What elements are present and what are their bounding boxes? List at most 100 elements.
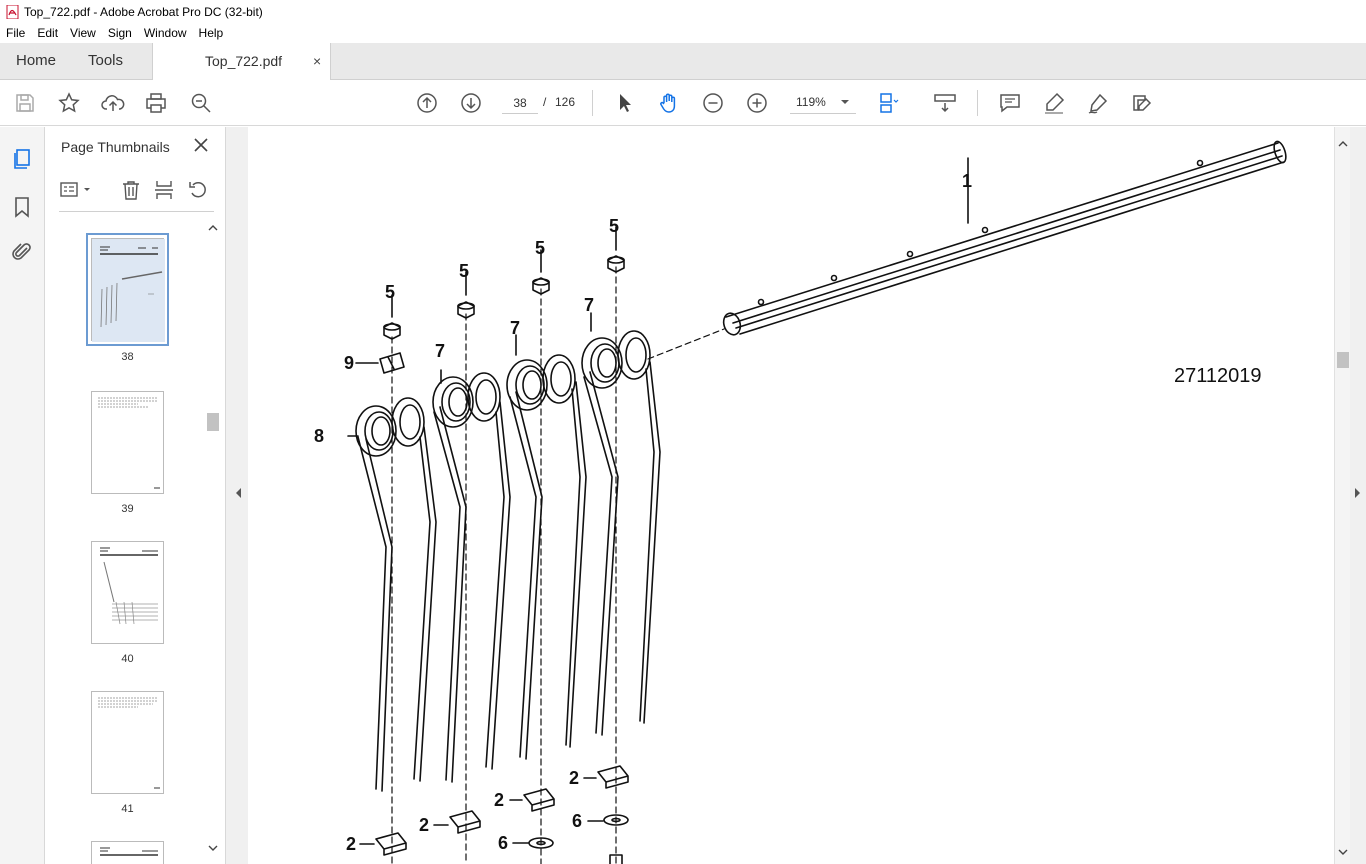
page-number-input[interactable]: [502, 92, 538, 114]
zoom-value: 119%: [796, 95, 826, 109]
thumbnail-page[interactable]: [86, 233, 169, 346]
toolbar: / 126 119%: [0, 80, 1366, 126]
expand-panel-icon[interactable]: [1354, 487, 1362, 499]
thumbnail-page[interactable]: [91, 541, 164, 644]
menu-bar: File Edit View Sign Window Help: [0, 23, 1366, 43]
document-scrollbar[interactable]: [1334, 127, 1350, 864]
scroll-mode-icon[interactable]: [933, 91, 957, 115]
thumbnail-preview: [98, 697, 160, 789]
toolbar-divider: [592, 90, 593, 116]
chevron-down-icon[interactable]: [208, 843, 218, 853]
thumbnail-preview: [92, 239, 165, 342]
select-arrow-icon[interactable]: [613, 91, 637, 115]
shaft-part: [722, 140, 1287, 336]
drawing-number: 27112019: [1174, 365, 1262, 387]
callout-part-9: 9: [344, 353, 355, 373]
callout-part-5: 5: [459, 261, 470, 281]
menu-edit[interactable]: Edit: [31, 26, 64, 40]
panel-title: Page Thumbnails: [61, 139, 170, 155]
washer-parts: [512, 814, 629, 864]
print-icon[interactable]: [144, 91, 168, 115]
total-pages: 126: [555, 95, 576, 109]
callout-part-6: 6: [498, 833, 509, 853]
thumbnail-label: 38: [121, 351, 134, 363]
thumbnail-options-icon[interactable]: [59, 179, 95, 201]
panel-divider: [59, 211, 214, 212]
callout-part-2: 2: [494, 790, 505, 810]
menu-sign[interactable]: Sign: [102, 26, 138, 40]
callout-part-1: 1: [962, 171, 973, 191]
tab-home[interactable]: Home: [16, 43, 56, 79]
page-separator: /: [543, 95, 547, 109]
chevron-down-icon: [841, 100, 849, 104]
callout-part-2: 2: [569, 768, 580, 788]
scroll-thumb[interactable]: [207, 413, 219, 431]
tab-bar: Home Tools Top_722.pdf ×: [0, 43, 1366, 80]
zoom-search-icon[interactable]: [189, 91, 213, 115]
thumbnail-preview: [100, 547, 158, 625]
tab-document[interactable]: Top_722.pdf ×: [152, 43, 331, 80]
save-icon[interactable]: [13, 91, 37, 115]
chevron-down-icon[interactable]: [1338, 847, 1348, 857]
callout-part-5: 5: [609, 216, 620, 236]
right-panel-toggle[interactable]: [1350, 127, 1366, 864]
thumbnail-label: 40: [121, 653, 134, 665]
page-up-icon[interactable]: [415, 91, 439, 115]
page-thumbnails-icon[interactable]: [10, 147, 34, 171]
highlight-icon[interactable]: [1042, 91, 1066, 115]
zoom-select[interactable]: 119%: [790, 92, 856, 114]
thumbnail-label: 41: [121, 803, 134, 815]
menu-help[interactable]: Help: [193, 26, 230, 40]
hand-tool-icon[interactable]: [657, 91, 681, 115]
exploded-parts-drawing: [347, 140, 1287, 864]
chevron-up-icon[interactable]: [1338, 139, 1348, 149]
nut-parts: [383, 226, 625, 340]
close-icon[interactable]: ×: [313, 53, 321, 69]
zoom-in-icon[interactable]: [745, 91, 769, 115]
upload-icon[interactable]: [101, 91, 125, 115]
panel-splitter[interactable]: [226, 127, 248, 864]
document-tab-label: Top_722.pdf: [205, 53, 283, 69]
zoom-out-icon[interactable]: [701, 91, 725, 115]
callout-part-7: 7: [435, 341, 446, 361]
star-icon[interactable]: [57, 91, 81, 115]
callout-part-6: 6: [572, 811, 583, 831]
document-viewport[interactable]: 1 5 5 5 5 7 7 7 9 8 2 2 2 2 6 6 27112019: [248, 127, 1334, 864]
scroll-thumb[interactable]: [1337, 352, 1349, 368]
page-down-icon[interactable]: [459, 91, 483, 115]
callout-part-7: 7: [584, 295, 595, 315]
tab-tools[interactable]: Tools: [88, 43, 123, 79]
comment-icon[interactable]: [998, 91, 1022, 115]
left-rail: [0, 127, 45, 864]
callout-part-8: 8: [314, 426, 325, 446]
callout-part-5: 5: [385, 282, 396, 302]
attachment-icon[interactable]: [10, 240, 34, 264]
fit-page-icon[interactable]: [876, 91, 900, 115]
close-panel-icon[interactable]: [193, 137, 209, 153]
edit-pdf-icon[interactable]: [1130, 91, 1154, 115]
thumbnail-page[interactable]: [91, 691, 164, 794]
chevron-up-icon[interactable]: [208, 223, 218, 233]
thumbnail-label: 39: [121, 503, 134, 515]
menu-view[interactable]: View: [64, 26, 102, 40]
toolbar-divider: [977, 90, 978, 116]
insert-pages-icon[interactable]: [153, 179, 175, 201]
callout-part-5: 5: [535, 238, 546, 258]
title-bar: Top_722.pdf - Adobe Acrobat Pro DC (32-b…: [0, 0, 1366, 23]
callout-part-2: 2: [346, 834, 357, 854]
sign-icon[interactable]: [1086, 91, 1110, 115]
acrobat-icon: [6, 4, 19, 19]
menu-window[interactable]: Window: [138, 26, 193, 40]
collapse-panel-icon[interactable]: [234, 487, 242, 499]
bookmark-icon[interactable]: [10, 195, 34, 219]
thumbnail-preview: [98, 397, 160, 489]
rotate-icon[interactable]: [188, 179, 210, 201]
thumbnails-panel: Page Thumbnails 38 39 40 41: [45, 127, 226, 864]
thumbnail-page[interactable]: [91, 391, 164, 494]
thumbnail-scrollbar[interactable]: [206, 223, 220, 853]
window-title: Top_722.pdf - Adobe Acrobat Pro DC (32-b…: [24, 4, 263, 19]
menu-file[interactable]: File: [0, 26, 31, 40]
trash-icon[interactable]: [120, 179, 142, 201]
thumbnail-page-partial[interactable]: [91, 841, 164, 864]
callout-part-7: 7: [510, 318, 521, 338]
